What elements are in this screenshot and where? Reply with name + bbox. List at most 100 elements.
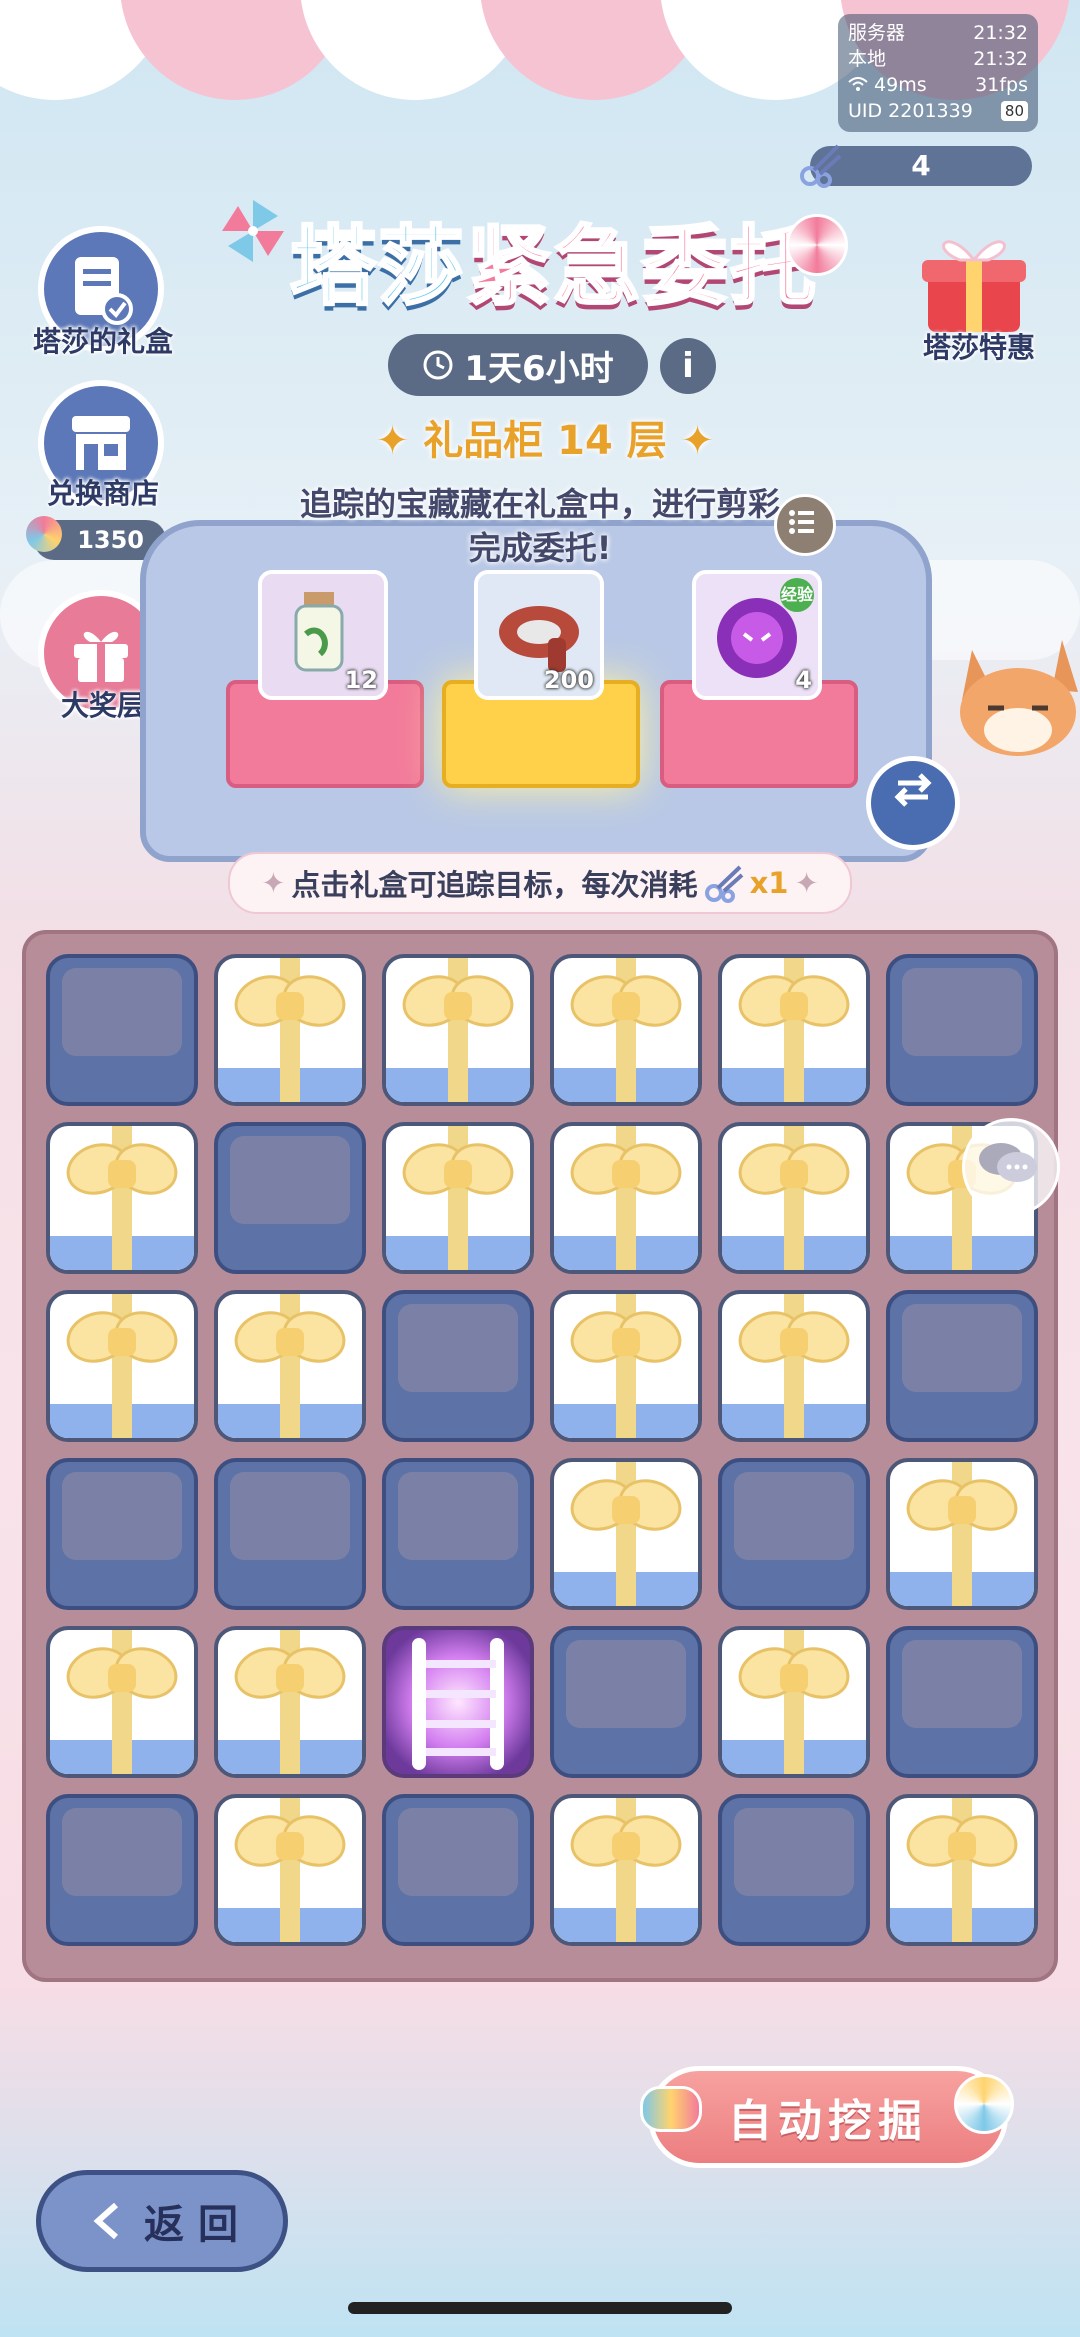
status-panel: 服务器 21:32 本地 21:32 49ms 31fps UID 2201339 80 [838, 14, 1038, 132]
gift-cell[interactable] [46, 1626, 198, 1778]
floor-label: ✦ 礼品柜 14 层 ✦ [375, 418, 715, 464]
title-part2: 紧急委托 [465, 216, 818, 319]
gift-cell[interactable] [718, 954, 870, 1106]
auto-dig-button[interactable]: 自动挖掘 [648, 2066, 1008, 2168]
gift-box-icon [922, 240, 1026, 332]
gift-bow-part [780, 992, 808, 1020]
home-indicator[interactable] [348, 2302, 732, 2314]
diamond-icon: ✦ [794, 866, 819, 900]
server-time: 21:32 [973, 22, 1028, 44]
local-label: 本地 [848, 48, 887, 70]
scissors-counter: 4 [800, 144, 1032, 188]
hint-bar: ✦ 点击礼盒可追踪目标，每次消耗 x1 ✦ [228, 852, 852, 914]
clock-icon [423, 350, 453, 380]
info-button[interactable]: i [660, 338, 716, 394]
gift-cell[interactable] [718, 1122, 870, 1274]
gift-bow-part [780, 1160, 808, 1188]
document-check-icon [75, 257, 133, 325]
wifi-ping: 49ms [848, 72, 927, 98]
empty-cell [382, 1794, 534, 1946]
lollipop-icon [26, 516, 62, 552]
ladder-cell[interactable] [382, 1626, 534, 1778]
exp-badge: 经验 [780, 578, 814, 612]
special-offer-button[interactable] [914, 226, 1034, 336]
title-part1: 塔莎 [289, 216, 466, 319]
gift-bow-part [276, 1832, 304, 1860]
gift-cell[interactable] [550, 1794, 702, 1946]
empty-cell [214, 1122, 366, 1274]
gift-bow-part [612, 1328, 640, 1356]
gift-cell[interactable] [214, 1290, 366, 1442]
diamond-icon: ✦ [375, 418, 410, 464]
gift-cell[interactable] [550, 1122, 702, 1274]
event-title: 塔莎紧急委托 [289, 196, 818, 321]
gift-cell[interactable] [718, 1626, 870, 1778]
server-label: 服务器 [848, 22, 906, 44]
empty-cell [214, 1458, 366, 1610]
hint-cost: x1 [749, 866, 789, 900]
chat-button[interactable] [962, 1118, 1060, 1216]
gift-cell[interactable] [214, 1794, 366, 1946]
gift-bow-part [612, 992, 640, 1020]
ladder-step [426, 1660, 496, 1668]
gift-cell[interactable] [718, 1290, 870, 1442]
gift-cell[interactable] [46, 1290, 198, 1442]
special-offer-label: 塔莎特惠 [922, 331, 1035, 364]
ladder-step [426, 1720, 496, 1728]
gift-cell[interactable] [214, 954, 366, 1106]
uid: UID 2201339 [848, 100, 973, 122]
local-time: 21:32 [973, 48, 1028, 70]
list-icon [789, 510, 814, 534]
gift-bow-part [780, 1328, 808, 1356]
candy-icon [640, 2086, 702, 2132]
empty-cell [718, 1794, 870, 1946]
empty-cell [886, 1290, 1038, 1442]
ladder-rail [412, 1638, 426, 1770]
gift-cell[interactable] [886, 1458, 1038, 1610]
timer-pill: 1天6小时 [388, 334, 648, 396]
empty-cell [46, 954, 198, 1106]
scissors-icon [704, 865, 743, 903]
scissors-count: 4 [911, 149, 931, 182]
list-button[interactable] [774, 494, 836, 556]
pinwheel-icon [218, 196, 288, 266]
gift-bow-part [276, 1664, 304, 1692]
gift-cell[interactable] [886, 1794, 1038, 1946]
gift-cell[interactable] [214, 1626, 366, 1778]
back-button[interactable]: 返 回 [36, 2170, 288, 2272]
gift-cell[interactable] [550, 1290, 702, 1442]
empty-cell [46, 1794, 198, 1946]
gift-bow-part [444, 992, 472, 1020]
gift-bow-part [948, 1832, 976, 1860]
back-arrow-icon [93, 2202, 119, 2240]
gift-cell[interactable] [382, 954, 534, 1106]
empty-cell [886, 954, 1038, 1106]
gift-cell[interactable] [550, 1458, 702, 1610]
empty-cell [46, 1458, 198, 1610]
timer-text: 1天6小时 [464, 348, 614, 389]
lollipop-icon [954, 2074, 1014, 2134]
fps: 31fps [975, 74, 1028, 96]
hint-text: 点击礼盒可追踪目标，每次消耗 [291, 868, 698, 902]
gift-bow-part [612, 1160, 640, 1188]
gift-bow-part [108, 1328, 136, 1356]
reward-item-scarf[interactable]: 200 [474, 570, 604, 700]
empty-cell [382, 1290, 534, 1442]
gift-bow-part [612, 1496, 640, 1524]
gift-cell[interactable] [46, 1122, 198, 1274]
reward-item-bottle[interactable]: 12 [258, 570, 388, 700]
cat-mascot [952, 620, 1080, 760]
battery-icon: 80 [1000, 101, 1028, 121]
swap-button[interactable] [866, 756, 960, 850]
ladder-step [426, 1690, 496, 1698]
ladder-step [426, 1748, 496, 1756]
swap-arrows-icon [894, 773, 932, 807]
gift-bow-part [444, 1160, 472, 1188]
gift-cell[interactable] [550, 954, 702, 1106]
reward-item-exp[interactable]: 经验 4 [692, 570, 822, 700]
store-icon [72, 416, 130, 470]
empty-cell [718, 1458, 870, 1610]
gift-bow-part [948, 1496, 976, 1524]
empty-cell [550, 1626, 702, 1778]
gift-cell[interactable] [382, 1122, 534, 1274]
